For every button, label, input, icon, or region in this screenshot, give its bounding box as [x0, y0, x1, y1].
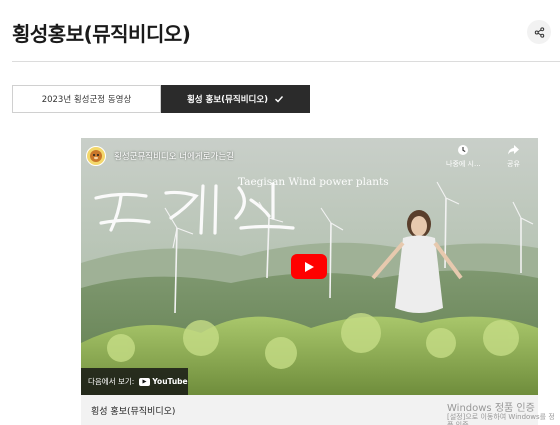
share-button[interactable]	[527, 20, 551, 44]
mascot-icon	[90, 150, 102, 162]
youtube-logo: YouTube	[139, 377, 188, 386]
page-title: 횡성홍보(뮤직비디오)	[12, 22, 191, 46]
watch-later-label: 나중에 시...	[446, 160, 481, 168]
title-divider	[12, 61, 560, 62]
clock-icon	[458, 145, 469, 155]
video-title[interactable]: 횡성군뮤직비디오 너에게로가는길	[114, 150, 234, 162]
watch-on-label: 다음에서 보기:	[88, 377, 135, 386]
tab-bar: 2023년 횡성군정 동영상 횡성 홍보(뮤직비디오)	[12, 85, 310, 113]
youtube-play-icon	[139, 377, 151, 386]
video-overlay-text: Taegisan Wind power plants	[238, 176, 389, 188]
windows-activation-watermark: Windows 정품 인증 [설정]으로 이동하여 Windows를 정품 인증	[447, 403, 560, 425]
play-icon	[305, 261, 314, 272]
watch-on-youtube-button[interactable]: 다음에서 보기: YouTube	[81, 368, 188, 395]
tab-label: 횡성 홍보(뮤직비디오)	[186, 95, 269, 105]
watch-later-button[interactable]: 나중에 시...	[446, 144, 481, 169]
youtube-video-player[interactable]: Taegisan Wind power plants 횡성군뮤직비디오 너에게로…	[81, 138, 538, 395]
youtube-top-bar: 횡성군뮤직비디오 너에게로가는길 나중에 시... 공유	[81, 138, 538, 174]
tab-2023-video[interactable]: 2023년 횡성군정 동영상	[12, 85, 161, 113]
share-arrow-icon	[508, 145, 519, 155]
watermark-line2: [설정]으로 이동하여 Windows를 정품 인증	[447, 413, 555, 425]
share-video-button[interactable]: 공유	[507, 144, 520, 169]
share-icon	[534, 26, 544, 38]
tab-music-video[interactable]: 횡성 홍보(뮤직비디오)	[161, 85, 310, 113]
youtube-wordmark: YouTube	[152, 377, 188, 386]
play-button[interactable]	[291, 254, 327, 279]
channel-avatar[interactable]	[86, 146, 106, 166]
tab-label: 2023년 횡성군정 동영상	[41, 95, 132, 105]
check-icon	[275, 96, 284, 103]
share-label: 공유	[507, 160, 520, 168]
